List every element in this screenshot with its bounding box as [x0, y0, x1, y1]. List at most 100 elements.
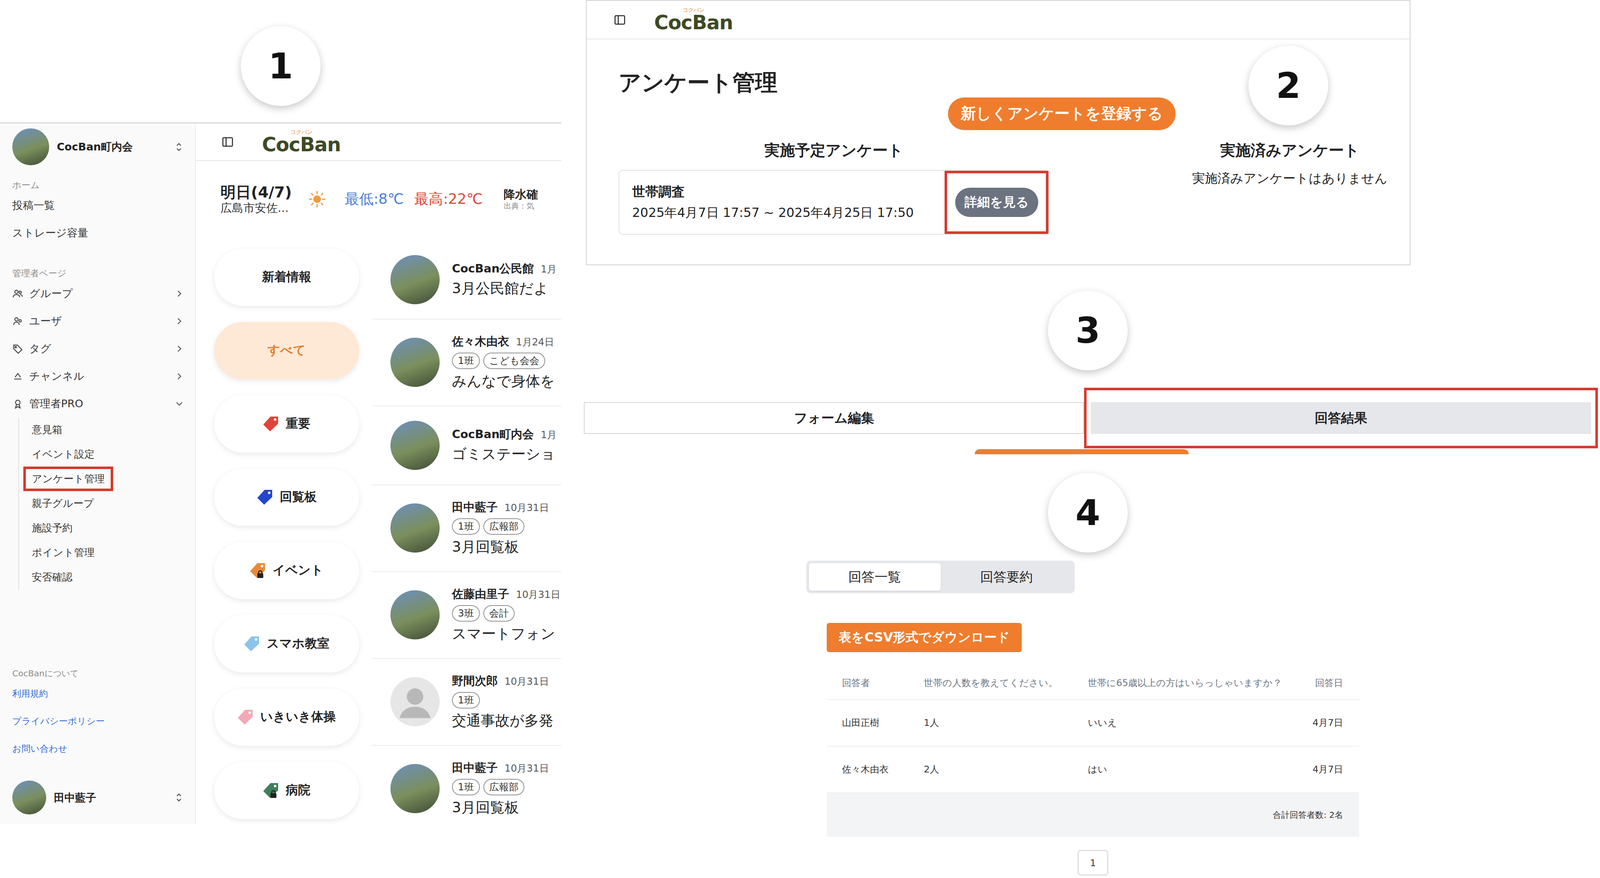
- sidebar-item[interactable]: ストレージ容量: [0, 219, 196, 247]
- post-avatar: [390, 764, 440, 814]
- sidebar-item[interactable]: ユーザ: [0, 307, 196, 335]
- rain-label: 降水確: [503, 187, 538, 202]
- sub-menu-item[interactable]: 施設予約: [23, 515, 81, 541]
- badge-icon: [12, 398, 24, 410]
- org-switcher[interactable]: CocBan町内会: [0, 128, 196, 166]
- about-link[interactable]: 利用規約: [12, 680, 183, 708]
- tag-icon: [237, 708, 255, 726]
- filter-button[interactable]: 回覧板: [214, 468, 360, 527]
- table-footer: 合計回答者数: 2名: [826, 793, 1360, 838]
- default-avatar-icon: [390, 677, 440, 727]
- logo-text: CocBan: [654, 12, 733, 33]
- post-tags: 1班広報部: [451, 518, 562, 536]
- table-cell: 山田正樹: [841, 716, 924, 730]
- filter-button[interactable]: 重要: [214, 395, 360, 453]
- filter-button[interactable]: すべて: [214, 322, 360, 380]
- table-cell: 4月7日: [1312, 763, 1344, 777]
- weather-bar: 明日(4/7) 広島市安佐... 最低:8℃ 最高:22℃ 降水確 出典：気: [195, 161, 562, 216]
- survey-card: 世帯調査 2025年4月7日 17:57 ~ 2025年4月25日 17:50 …: [618, 170, 1050, 235]
- filter-button[interactable]: いきいき体操: [214, 688, 360, 747]
- sidebar-item[interactable]: チャンネル: [0, 362, 196, 391]
- post-row[interactable]: 田中藍子 10月31日 1班広報部 3月回覧板: [372, 485, 562, 573]
- post-tags: 1班広報部: [451, 779, 562, 796]
- table-header: 回答者世帯の人数を教えてください。世帯に65歳以上の方はいらっしゃいますか？回答…: [826, 666, 1360, 701]
- post-author: 田中藍子: [451, 499, 498, 516]
- about-title: CocBanについて: [12, 667, 183, 681]
- post-list: CocBan公民館 1月 3月公民館だよ 佐々木由衣 1月24日 1班こども会会…: [372, 240, 562, 825]
- scheduled-surveys: 実施予定アンケート 世帯調査 2025年4月7日 17:57 ~ 2025年4月…: [618, 140, 1050, 235]
- sidebar-item[interactable]: グループ: [0, 279, 196, 308]
- sidebar-item-label: 投稿一覧: [12, 198, 55, 213]
- tag-icon: [262, 782, 280, 800]
- post-date: 10月31日: [515, 588, 561, 602]
- post-row[interactable]: 佐藤由里子 10月31日 3班会計 スマートフォン: [372, 572, 562, 660]
- post-avatar: [390, 590, 440, 640]
- highlight-box: 詳細を見る: [944, 170, 1049, 235]
- new-survey-button[interactable]: 新しくアンケートを登録する: [947, 97, 1176, 131]
- org-name: CocBan町内会: [56, 139, 166, 154]
- logo[interactable]: コクバン CocBan: [262, 129, 341, 155]
- post-row[interactable]: 田中藍子 10月31日 1班広報部 3月回覧板: [372, 746, 562, 825]
- post-body: 田中藍子 10月31日 1班広報部 3月回覧板: [451, 760, 562, 818]
- results-tab[interactable]: 回答要約: [940, 563, 1073, 591]
- user-menu[interactable]: 田中藍子: [0, 779, 196, 817]
- sub-menu-item[interactable]: 安否確認: [23, 565, 81, 590]
- table-cell: 2人: [923, 763, 1088, 777]
- weather-place: 広島市安佐...: [220, 201, 292, 215]
- filter-button[interactable]: イベント: [214, 542, 360, 600]
- sidebar-item-label: グループ: [29, 286, 73, 301]
- post-author: 田中藍子: [451, 760, 498, 776]
- empty-message: 実施済みアンケートはありません: [1170, 170, 1409, 188]
- weather-source: 出典：気: [503, 201, 538, 211]
- survey-admin-screenshot: コクバン CocBan アンケート管理 新しくアンケートを登録する 実施予定アン…: [585, 0, 1411, 266]
- sub-menu-item[interactable]: 親子グループ: [23, 491, 103, 516]
- tab[interactable]: 回答結果: [1090, 402, 1592, 435]
- logo-ruby: コクバン: [290, 129, 313, 135]
- hidden-button-edge: [974, 449, 1189, 455]
- post-title: 3月回覧板: [451, 537, 562, 558]
- chevron-right-icon: [173, 370, 185, 382]
- results-tab[interactable]: 回答一覧: [808, 563, 941, 591]
- sub-menu-item[interactable]: 意見箱: [23, 417, 71, 443]
- post-row[interactable]: CocBan町内会 1月 ゴミステーショ: [372, 406, 562, 486]
- post-row[interactable]: CocBan公民館 1月 3月公民館だよ: [372, 240, 562, 320]
- sidebar-toggle-icon[interactable]: [221, 135, 235, 149]
- user-icon: [12, 315, 24, 327]
- updown-icon: [172, 141, 185, 154]
- sidebar-item[interactable]: 管理者PRO: [0, 390, 196, 418]
- filter-button[interactable]: スマホ教室: [214, 615, 360, 673]
- post-row[interactable]: 野間次郎 10月31日 1班 交通事故が多発: [372, 659, 562, 747]
- total-count: 合計回答者数: 2名: [1272, 809, 1344, 822]
- tab[interactable]: フォーム編集: [583, 402, 1085, 435]
- sidebar-item-label: ストレージ容量: [12, 225, 89, 240]
- sub-menu-item[interactable]: アンケート管理: [23, 466, 114, 492]
- logo[interactable]: コクバン CocBan: [654, 7, 733, 33]
- about-link[interactable]: お問い合わせ: [12, 735, 183, 763]
- detail-button[interactable]: 詳細を見る: [955, 187, 1039, 218]
- post-author: 佐々木由衣: [451, 334, 510, 350]
- weather-day: 明日(4/7) 広島市安佐...: [220, 183, 292, 216]
- filter-button[interactable]: 新着情報: [214, 248, 360, 307]
- weather-date: 明日(4/7): [220, 183, 292, 202]
- sub-menu-item[interactable]: イベント設定: [23, 442, 104, 467]
- table-cell: いいえ: [1087, 716, 1313, 730]
- tag-icon: [262, 415, 280, 433]
- post-avatar: [390, 255, 440, 305]
- filter-label: 回覧板: [279, 488, 317, 506]
- page-button[interactable]: 1: [1077, 850, 1109, 876]
- post-row[interactable]: 佐々木由衣 1月24日 1班こども会会 みんなで身体を: [372, 319, 562, 407]
- step-one: 1 CocBan町内会 ホーム 投稿一覧ストレージ容量 管理者ページ グループ …: [0, 0, 562, 878]
- table-cell: 1人: [923, 716, 1088, 730]
- weather-rain: 降水確 出典：気: [503, 187, 538, 211]
- sidebar-toggle-icon[interactable]: [613, 13, 627, 27]
- sidebar-item[interactable]: 投稿一覧: [0, 191, 196, 220]
- tab-highlight: フォーム編集: [583, 402, 1085, 435]
- sub-menu-item[interactable]: ポイント管理: [23, 540, 104, 566]
- results-screenshot: 回答一覧回答要約 表をCSV形式でダウンロード 回答者世帯の人数を教えてください…: [806, 560, 1360, 876]
- sidebar-item[interactable]: タグ: [0, 334, 196, 363]
- post-author: 野間次郎: [451, 673, 498, 689]
- about-link[interactable]: プライバシーポリシー: [12, 707, 183, 736]
- filter-button[interactable]: 病院: [214, 762, 360, 820]
- csv-download-button[interactable]: 表をCSV形式でダウンロード: [826, 623, 1022, 653]
- post-header: 野間次郎 10月31日: [451, 673, 562, 689]
